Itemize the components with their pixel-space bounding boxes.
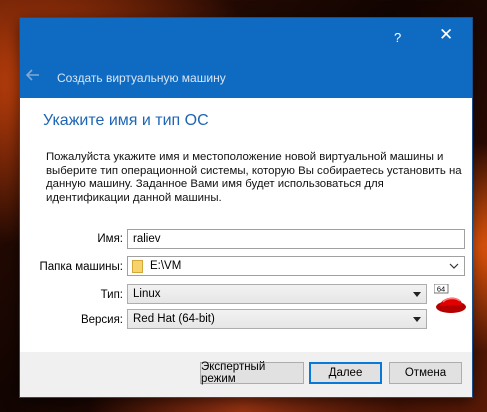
chevron-down-icon[interactable] (449, 261, 459, 271)
redhat-64-icon: 64 (434, 284, 468, 318)
help-button[interactable]: ? (394, 30, 401, 45)
version-label: Версия: (80, 314, 123, 326)
wizard-page: Укажите имя и тип ОС Пожалуйста укажите … (20, 98, 472, 352)
dropdown-arrow-icon (413, 317, 421, 322)
next-button[interactable]: Далее (309, 362, 382, 384)
create-vm-dialog: ? ✕ Создать виртуальную машину Укажите и… (20, 18, 472, 397)
type-value: Linux (133, 288, 161, 300)
version-select[interactable]: Red Hat (64-bit) (127, 309, 427, 329)
os-icon-badge: 64 (437, 285, 445, 294)
dropdown-arrow-icon (413, 292, 421, 297)
back-arrow-icon[interactable] (26, 68, 40, 82)
expert-mode-button[interactable]: Экспертный режим (200, 361, 304, 385)
version-value: Red Hat (64-bit) (133, 313, 215, 325)
type-label: Тип: (100, 289, 123, 301)
title-bar: ? ✕ Создать виртуальную машину (20, 18, 472, 98)
button-bar: Экспертный режим Далее Отмена (20, 352, 472, 397)
name-label: Имя: (97, 233, 123, 245)
type-select[interactable]: Linux (127, 284, 427, 304)
folder-combo[interactable]: E:\VM (127, 256, 465, 276)
page-description: Пожалуйста укажите имя и местоположение … (46, 151, 462, 204)
folder-value: E:\VM (150, 260, 182, 272)
folder-icon (132, 260, 143, 273)
name-input[interactable] (133, 231, 453, 247)
close-button[interactable]: ✕ (439, 26, 453, 43)
name-field[interactable] (127, 229, 465, 249)
cancel-button[interactable]: Отмена (389, 362, 462, 384)
wizard-title: Создать виртуальную машину (57, 71, 226, 85)
page-title: Укажите имя и тип ОС (43, 112, 209, 129)
folder-label: Папка машины: (39, 261, 123, 273)
